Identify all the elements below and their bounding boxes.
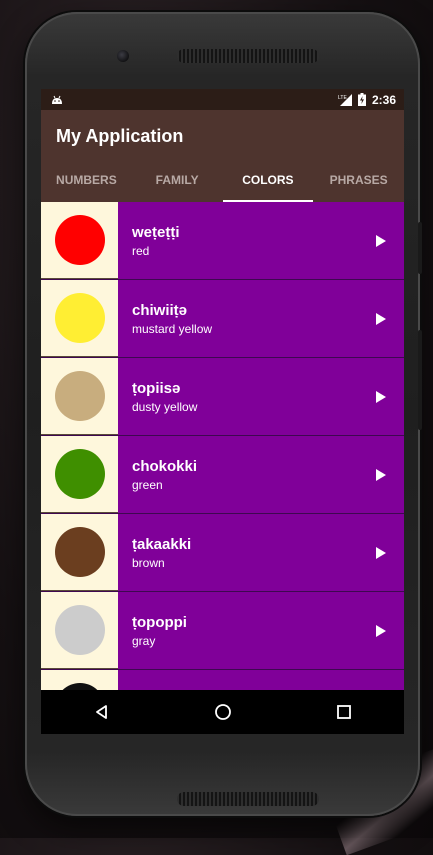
english-word: red: [132, 243, 150, 258]
play-icon[interactable]: [376, 546, 386, 559]
tab-phrases[interactable]: PHRASES: [313, 158, 404, 202]
lte-signal-icon: LTE: [338, 93, 352, 106]
status-bar: LTE 2:36: [41, 89, 404, 110]
color-word-list[interactable]: weṭeṭṭi red chiwiiṭə mustard yellow ṭopi…: [41, 202, 404, 690]
item-text-cell: [118, 670, 404, 690]
item-image-cell: [41, 436, 118, 513]
list-item[interactable]: ṭakaakki brown: [41, 514, 404, 592]
item-text-cell: chiwiiṭə mustard yellow: [118, 280, 404, 357]
list-item[interactable]: ṭopoppi gray: [41, 592, 404, 670]
miwok-word: ṭopoppi: [132, 613, 187, 631]
list-item[interactable]: chokokki green: [41, 436, 404, 514]
item-image-cell: [41, 358, 118, 435]
back-icon: [95, 705, 107, 719]
app-title: My Application: [56, 126, 184, 146]
item-image-cell: [41, 592, 118, 669]
home-icon: [214, 704, 231, 720]
play-icon[interactable]: [376, 312, 386, 325]
recents-icon: [336, 705, 351, 719]
app-bar: My Application NUMBERS FAMILY COLORS PHR…: [41, 110, 404, 202]
volume-button: [418, 222, 422, 274]
play-icon[interactable]: [376, 624, 386, 637]
item-image-cell: [41, 670, 118, 690]
list-item[interactable]: weṭeṭṭi red: [41, 202, 404, 280]
list-item[interactable]: ṭopiisə dusty yellow: [41, 358, 404, 436]
item-text-cell: ṭopoppi gray: [118, 592, 404, 669]
tab-colors[interactable]: COLORS: [222, 158, 314, 202]
item-text-cell: ṭopiisə dusty yellow: [118, 358, 404, 435]
status-time: 2:36: [371, 92, 396, 107]
item-text-cell: ṭakaakki brown: [118, 514, 404, 591]
play-icon[interactable]: [376, 390, 386, 403]
tab-bar: NUMBERS FAMILY COLORS PHRASES: [41, 158, 404, 202]
color-swatch: [54, 371, 105, 421]
item-image-cell: [41, 280, 118, 357]
english-word: gray: [132, 633, 156, 648]
miwok-word: ṭopiisə: [132, 379, 181, 397]
svg-text:LTE: LTE: [338, 95, 347, 101]
english-word: brown: [132, 555, 165, 570]
miwok-word: weṭeṭṭi: [132, 223, 180, 241]
battery-charging-icon: [357, 93, 366, 106]
list-item[interactable]: chiwiiṭə mustard yellow: [41, 280, 404, 358]
color-swatch: [54, 293, 105, 343]
color-swatch: [54, 215, 105, 265]
navigation-bar: [41, 690, 404, 734]
back-button[interactable]: [87, 697, 117, 727]
power-button: [418, 330, 422, 430]
recents-button[interactable]: [329, 697, 359, 727]
color-swatch: [54, 683, 105, 690]
color-swatch: [54, 605, 105, 655]
item-image-cell: [41, 514, 118, 591]
item-image-cell: [41, 202, 118, 279]
top-speaker-grille: [177, 49, 319, 63]
device-screen: LTE 2:36 My Application NUMBERS FAMILY C…: [41, 89, 404, 734]
tab-numbers[interactable]: NUMBERS: [41, 158, 132, 202]
english-word: dusty yellow: [132, 399, 198, 414]
miwok-word: chiwiiṭə: [132, 301, 188, 319]
play-icon[interactable]: [376, 468, 386, 481]
english-word: green: [132, 477, 163, 492]
android-icon: [52, 95, 62, 104]
front-camera: [117, 50, 129, 62]
play-icon[interactable]: [376, 234, 386, 247]
home-button[interactable]: [208, 697, 238, 727]
item-text-cell: chokokki green: [118, 436, 404, 513]
tab-family[interactable]: FAMILY: [132, 158, 223, 202]
english-word: mustard yellow: [132, 321, 213, 336]
miwok-word: ṭakaakki: [132, 535, 192, 553]
miwok-word: chokokki: [132, 457, 198, 475]
item-text-cell: weṭeṭṭi red: [118, 202, 404, 279]
bottom-speaker-grille: [177, 792, 319, 806]
list-item-partial[interactable]: [41, 670, 404, 690]
color-swatch: [54, 527, 105, 577]
color-swatch: [54, 449, 105, 499]
